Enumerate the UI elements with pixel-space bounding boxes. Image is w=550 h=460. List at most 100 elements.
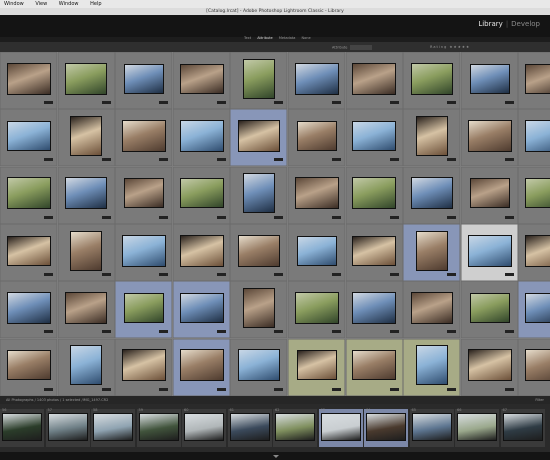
grid-cell[interactable] (172, 223, 230, 281)
filter-tab-text[interactable]: Text (244, 36, 251, 40)
filmstrip-cell[interactable]: 64 (364, 408, 408, 447)
grid-cell[interactable] (403, 109, 461, 167)
grid-cell[interactable] (172, 338, 230, 396)
photo-thumbnail[interactable] (295, 178, 338, 209)
rating-stars-icon[interactable]: ★★★★★ (449, 45, 470, 49)
photo-thumbnail[interactable] (411, 63, 452, 94)
photo-thumbnail[interactable] (470, 293, 509, 322)
photo-thumbnail[interactable] (353, 236, 396, 265)
grid-cell[interactable] (230, 338, 288, 396)
grid-cell[interactable] (288, 52, 345, 109)
filter-tab-none[interactable]: None (302, 36, 311, 40)
photo-thumbnail[interactable] (411, 292, 452, 323)
photo-thumbnail[interactable] (526, 64, 550, 93)
grid-cell[interactable] (172, 109, 230, 167)
photo-thumbnail[interactable] (122, 350, 165, 381)
grid-cell[interactable] (230, 281, 288, 339)
filmstrip-thumbnail[interactable] (185, 414, 223, 440)
photo-thumbnail[interactable] (526, 350, 550, 381)
grid-cell[interactable] (345, 52, 403, 109)
filmstrip-cell[interactable]: 65 (409, 408, 454, 447)
grid-cell[interactable] (288, 338, 345, 396)
photo-thumbnail[interactable] (180, 293, 223, 322)
grid-cell[interactable] (403, 223, 461, 281)
photo-thumbnail[interactable] (470, 179, 509, 208)
grid-cell[interactable] (518, 166, 550, 224)
grid-cell[interactable] (460, 52, 518, 109)
grid-cell[interactable] (518, 281, 550, 339)
grid-cell[interactable] (172, 281, 230, 339)
attribute-dropdown[interactable] (350, 45, 373, 50)
photo-thumbnail[interactable] (297, 351, 336, 380)
grid-cell[interactable] (57, 223, 115, 281)
photo-thumbnail[interactable] (71, 231, 102, 270)
grid-cell[interactable] (172, 52, 230, 109)
filmstrip-thumbnail[interactable] (412, 414, 451, 440)
filmstrip-cell[interactable]: 63 (318, 408, 363, 447)
filmstrip-thumbnail[interactable] (94, 414, 132, 440)
grid-cell[interactable] (460, 223, 518, 281)
filmstrip-thumbnail[interactable] (230, 414, 269, 440)
grid-cell[interactable] (345, 109, 403, 167)
photo-thumbnail[interactable] (180, 179, 223, 208)
grid-cell[interactable] (288, 223, 345, 281)
photo-thumbnail[interactable] (526, 293, 550, 322)
filmstrip-thumbnail[interactable] (276, 414, 314, 440)
grid-cell[interactable] (0, 338, 57, 396)
photo-thumbnail[interactable] (295, 63, 338, 94)
filmstrip-filter[interactable]: Filter (535, 396, 544, 404)
grid-cell[interactable] (288, 281, 345, 339)
grid-cell[interactable] (518, 338, 550, 396)
module-develop[interactable]: Develop (511, 20, 540, 28)
photo-thumbnail[interactable] (7, 236, 50, 265)
grid-cell[interactable] (0, 281, 57, 339)
grid-cell[interactable] (518, 109, 550, 167)
photo-thumbnail[interactable] (239, 235, 280, 266)
filmstrip-cell[interactable]: 56 (0, 408, 44, 447)
grid-cell[interactable] (57, 166, 115, 224)
photo-thumbnail[interactable] (353, 351, 396, 380)
filter-tab-attribute[interactable]: Attribute (257, 36, 272, 40)
photo-thumbnail[interactable] (353, 178, 396, 209)
grid-cell[interactable] (230, 109, 288, 167)
photo-thumbnail[interactable] (66, 292, 107, 323)
grid-cell[interactable] (0, 223, 57, 281)
photo-thumbnail[interactable] (122, 235, 165, 266)
photo-thumbnail[interactable] (124, 293, 163, 322)
photo-thumbnail[interactable] (526, 120, 550, 151)
photo-thumbnail[interactable] (7, 178, 50, 209)
photo-thumbnail[interactable] (526, 235, 550, 266)
photo-thumbnail[interactable] (295, 292, 338, 323)
photo-thumbnail[interactable] (122, 120, 165, 151)
filmstrip-thumbnail[interactable] (3, 414, 41, 440)
photo-thumbnail[interactable] (244, 59, 275, 98)
photo-thumbnail[interactable] (71, 346, 102, 385)
grid-cell[interactable] (57, 109, 115, 167)
grid-cell[interactable] (230, 52, 288, 109)
grid-cell[interactable] (460, 109, 518, 167)
photo-thumbnail[interactable] (124, 64, 163, 93)
filmstrip-thumbnail[interactable] (458, 414, 496, 440)
menu-window-2[interactable]: Window (59, 1, 79, 7)
filmstrip-cell[interactable]: 67 (500, 408, 545, 447)
grid-cell[interactable] (57, 281, 115, 339)
photo-thumbnail[interactable] (239, 120, 280, 151)
photo-thumbnail[interactable] (526, 179, 550, 208)
grid-cell[interactable] (172, 166, 230, 224)
menu-view[interactable]: View (35, 1, 47, 7)
grid-cell[interactable] (518, 223, 550, 281)
photo-thumbnail[interactable] (297, 121, 336, 150)
grid-cell[interactable] (115, 281, 173, 339)
source-path[interactable]: All Photographs (6, 398, 34, 402)
grid-cell[interactable] (57, 338, 115, 396)
filmstrip-thumbnail[interactable] (139, 414, 178, 440)
filmstrip-thumbnail[interactable] (321, 414, 360, 440)
photo-thumbnail[interactable] (66, 63, 107, 94)
grid-cell[interactable] (403, 166, 461, 224)
photo-thumbnail[interactable] (297, 236, 336, 265)
photo-thumbnail[interactable] (353, 121, 396, 150)
grid-cell[interactable] (0, 109, 57, 167)
photo-thumbnail[interactable] (71, 116, 102, 155)
photo-thumbnail[interactable] (416, 116, 447, 155)
grid-cell[interactable] (460, 338, 518, 396)
